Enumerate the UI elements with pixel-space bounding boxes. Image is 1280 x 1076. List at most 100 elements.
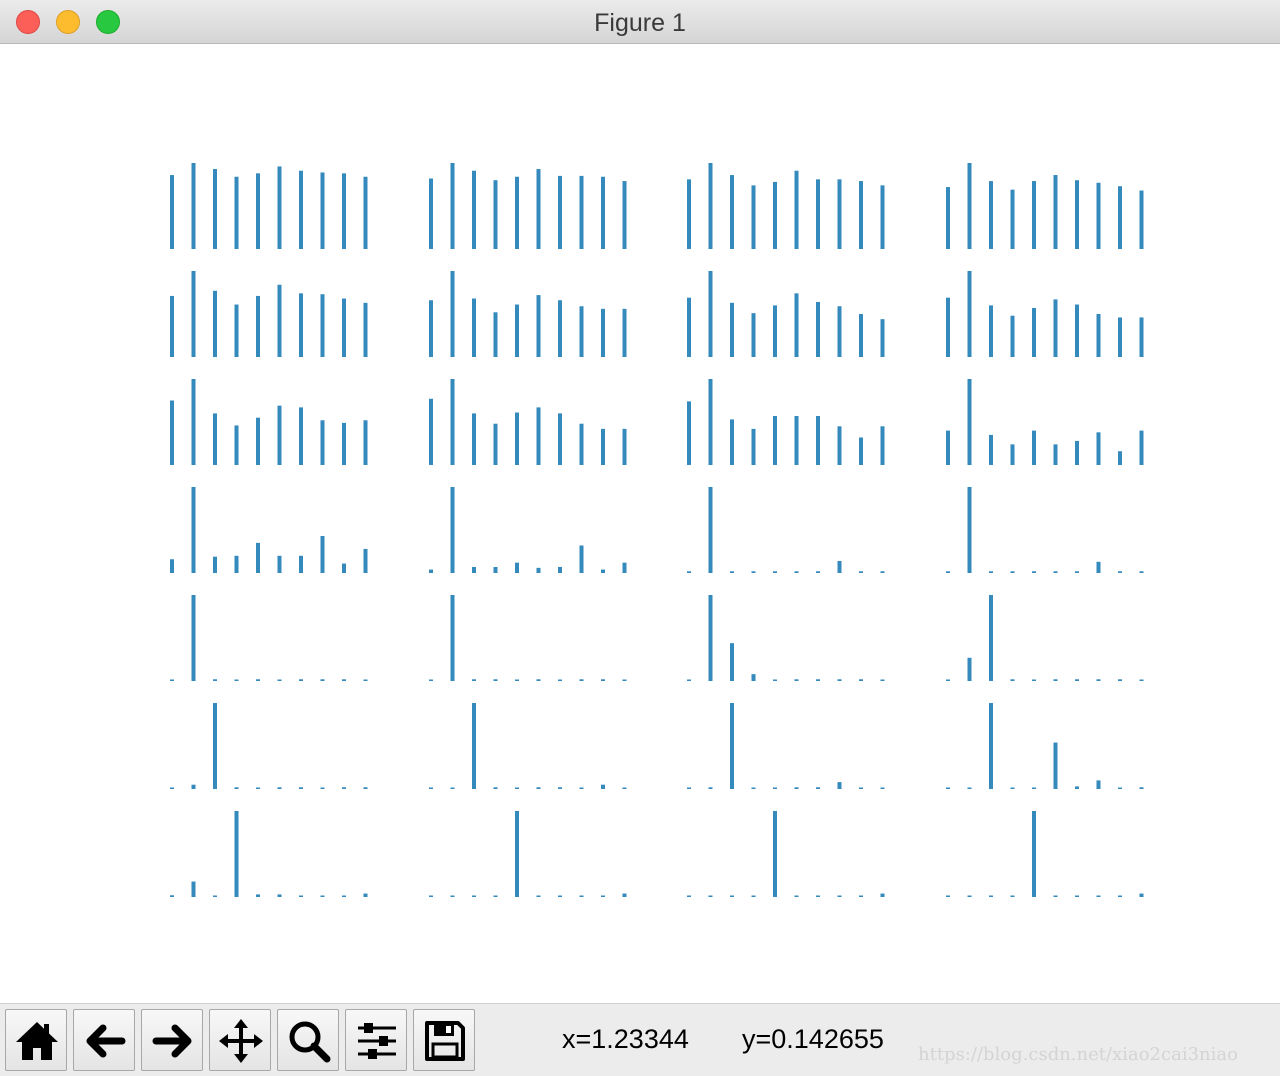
bar (601, 895, 605, 897)
bar (191, 163, 196, 249)
subplot-3-3 (687, 379, 885, 465)
subplot-7-2 (429, 811, 627, 897)
bar (880, 426, 885, 465)
bar (363, 787, 368, 789)
bar (946, 895, 950, 897)
bar (751, 571, 756, 573)
bar (859, 895, 863, 897)
bar (1118, 679, 1122, 681)
bar (880, 893, 885, 897)
bar (320, 420, 325, 465)
bar (277, 787, 282, 789)
bar (342, 563, 346, 573)
bar (859, 314, 863, 357)
bar (277, 405, 282, 465)
bar (579, 679, 584, 681)
bar (363, 420, 368, 465)
bar (213, 556, 217, 573)
bar (515, 811, 519, 897)
bar (493, 423, 498, 465)
figure-canvas[interactable] (0, 44, 1280, 1003)
bar (967, 379, 972, 465)
bar (989, 571, 993, 573)
bar (515, 562, 519, 573)
bar (1118, 895, 1122, 897)
bar (773, 811, 777, 897)
bar (170, 895, 174, 897)
bar (1053, 299, 1058, 357)
bar (493, 312, 498, 357)
subplot-1-3 (687, 163, 885, 249)
subplot-grid (170, 163, 1144, 897)
bar (1139, 571, 1144, 573)
bar (1139, 893, 1144, 897)
bar (472, 895, 476, 897)
subplots-button[interactable] (345, 1009, 407, 1071)
bar (320, 172, 325, 249)
bar (1139, 317, 1144, 357)
bar (429, 679, 433, 681)
bar (299, 679, 303, 681)
bar (536, 895, 541, 897)
bar (816, 179, 820, 249)
bar (579, 545, 584, 573)
bar (622, 787, 627, 789)
bar (1010, 787, 1015, 789)
bar (687, 571, 691, 573)
bar (536, 169, 541, 249)
bar (708, 163, 713, 249)
bar (558, 175, 562, 249)
zoom-button[interactable] (277, 1009, 339, 1071)
bar (450, 595, 455, 681)
bar (493, 895, 498, 897)
bar (816, 415, 820, 465)
bar (816, 787, 820, 789)
bar (730, 419, 734, 465)
bar (234, 555, 239, 573)
bar (967, 487, 972, 573)
bar (1032, 811, 1036, 897)
pan-button[interactable] (209, 1009, 271, 1071)
bar (579, 423, 584, 465)
bar (472, 566, 476, 573)
bar (170, 679, 174, 681)
bar (579, 787, 584, 789)
bar (622, 679, 627, 681)
bar (342, 787, 346, 789)
bar (536, 679, 541, 681)
bar (1053, 679, 1058, 681)
bar (967, 895, 972, 897)
bar (299, 555, 303, 573)
save-button[interactable] (413, 1009, 475, 1071)
subplot-1-4 (946, 163, 1144, 249)
bar (277, 166, 282, 249)
bar (1096, 895, 1101, 897)
x-coordinate-readout: x=1.23344 (562, 1024, 689, 1054)
bar (859, 571, 863, 573)
bar (1139, 430, 1144, 465)
bar (794, 679, 799, 681)
forward-button[interactable] (141, 1009, 203, 1071)
home-button[interactable] (5, 1009, 67, 1071)
bar (946, 571, 950, 573)
bar (213, 679, 217, 681)
bar (708, 271, 713, 357)
bar (751, 185, 756, 249)
subplot-7-3 (687, 811, 885, 897)
bar (299, 170, 303, 249)
bar (277, 284, 282, 357)
bar (170, 559, 174, 573)
bar (1032, 679, 1036, 681)
bar (816, 679, 820, 681)
bar (837, 306, 842, 357)
bar (794, 787, 799, 789)
bar (342, 173, 346, 249)
bar (1139, 679, 1144, 681)
bar (816, 301, 820, 357)
subplot-6-1 (170, 703, 368, 789)
bar (256, 173, 260, 249)
bar (622, 893, 627, 897)
bar (773, 415, 777, 465)
bar (989, 895, 993, 897)
back-button[interactable] (73, 1009, 135, 1071)
